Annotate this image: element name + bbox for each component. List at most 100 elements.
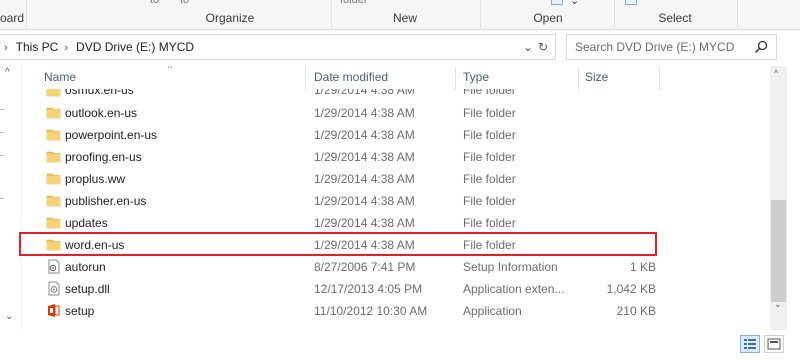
folder-icon	[46, 127, 61, 142]
ribbon-separator	[480, 0, 481, 30]
file-name: proplus.ww	[65, 172, 126, 186]
file-date-modified: 1/29/2014 4:38 AM	[314, 194, 415, 208]
file-list: ^ Name Date modified Type Size osmux.en-…	[22, 66, 770, 330]
breadcrumb-chevron-icon[interactable]: ›	[4, 42, 8, 54]
file-type: Application exten...	[463, 282, 565, 296]
folder-icon	[46, 237, 61, 252]
nav-tree-mark	[0, 109, 4, 110]
scroll-down-icon[interactable]: ⌄	[774, 299, 782, 310]
file-name: setup	[65, 304, 95, 318]
setup-info-file-icon	[46, 259, 61, 274]
file-row[interactable]: powerpoint.en-us 1/29/2014 4:38 AM File fo…	[22, 124, 770, 146]
file-name: updates	[65, 216, 108, 230]
address-bar[interactable]: › This PC › DVD Drive (E:) MYCD ⌄ ↻	[0, 34, 556, 60]
ribbon-separator	[614, 0, 615, 30]
file-date-modified: 1/29/2014 4:38 AM	[314, 172, 415, 186]
ribbon-group-open: Open	[533, 11, 563, 25]
large-icons-view-icon	[767, 338, 781, 350]
file-type: File folder	[463, 194, 516, 208]
folder-icon	[46, 215, 61, 230]
column-divider[interactable]	[578, 66, 579, 90]
folder-icon	[46, 105, 61, 120]
folder-icon	[46, 171, 61, 186]
address-dropdown-icon[interactable]: ⌄	[523, 35, 533, 59]
file-type: Application	[463, 304, 522, 318]
large-icons-view-button[interactable]	[764, 335, 784, 353]
vertical-scrollbar[interactable]: ^ ⌄	[770, 66, 787, 330]
file-type: Setup Information	[463, 260, 558, 274]
status-bar	[0, 330, 800, 360]
breadcrumb-chevron-icon[interactable]: ›	[64, 42, 68, 54]
ribbon-select-icon[interactable]	[625, 0, 637, 5]
breadcrumb: › This PC › DVD Drive (E:) MYCD	[4, 35, 194, 59]
ribbon-cut-text: to	[180, 0, 190, 6]
refresh-icon[interactable]: ↻	[538, 35, 548, 59]
folder-icon	[46, 89, 61, 98]
column-divider[interactable]	[455, 66, 456, 90]
file-row[interactable]: updates 1/29/2014 4:38 AM File folder	[22, 212, 770, 234]
file-type: File folder	[463, 172, 516, 186]
nav-tree-mark	[0, 198, 4, 199]
folder-icon	[46, 149, 61, 164]
scrollbar-thumb[interactable]	[771, 200, 786, 302]
search-icon[interactable]	[754, 40, 768, 54]
folder-icon	[46, 193, 61, 208]
search-input[interactable]	[575, 39, 755, 55]
dll-file-icon	[46, 281, 61, 296]
file-row[interactable]: outlook.en-us 1/29/2014 4:38 AM File folde…	[22, 102, 770, 124]
file-row[interactable]: publisher.en-us 1/29/2014 4:38 AM File fol…	[22, 190, 770, 212]
file-row[interactable]: word.en-us 1/29/2014 4:38 AM File folder	[22, 234, 770, 256]
file-date-modified: 1/29/2014 4:38 AM	[314, 238, 415, 252]
file-type: File folder	[463, 238, 516, 252]
file-name: outlook.en-us	[65, 106, 138, 120]
nav-scroll-up-icon[interactable]: ^	[5, 67, 10, 78]
column-header-date-modified[interactable]: Date modified	[314, 70, 388, 84]
ribbon-group-new: New	[392, 11, 417, 25]
details-view-button[interactable]	[740, 335, 760, 353]
file-type: File folder	[463, 89, 516, 97]
ribbon: to to folder ⌄ oard Organize New Open Se…	[0, 0, 800, 30]
file-name: word.en-us	[65, 238, 125, 252]
column-header-type[interactable]: Type	[463, 70, 489, 84]
ribbon-cut-text: to	[150, 0, 160, 6]
file-date-modified: 1/29/2014 4:38 AM	[314, 216, 415, 230]
file-name: publisher.en-us	[65, 194, 147, 208]
file-row[interactable]: setup.dll 12/17/2013 4:05 PM Application e…	[22, 278, 770, 300]
file-size: 1 KB	[629, 260, 656, 274]
file-name: proofing.en-us	[65, 150, 142, 164]
file-row[interactable]: proplus.ww 1/29/2014 4:38 AM File folder	[22, 168, 770, 190]
ribbon-group-select: Select	[658, 11, 692, 25]
file-size: 210 KB	[616, 304, 656, 318]
nav-tree-mark	[0, 132, 4, 133]
ribbon-group-clipboard: oard	[0, 11, 25, 25]
breadcrumb-item-dvd-drive[interactable]: DVD Drive (E:) MYCD	[76, 40, 194, 54]
ribbon-group-organize: Organize	[205, 11, 255, 25]
file-rows: osmux.en-us 1/29/2014 4:38 AM File folder o…	[22, 89, 770, 322]
column-header-row: ^ Name Date modified Type Size	[22, 66, 770, 90]
file-date-modified: 8/27/2006 7:41 PM	[314, 260, 416, 274]
column-divider[interactable]	[305, 66, 306, 90]
scroll-up-icon[interactable]: ^	[774, 68, 778, 78]
sort-ascending-icon: ^	[168, 66, 173, 73]
column-divider[interactable]	[659, 66, 660, 90]
ribbon-separator	[26, 0, 27, 30]
nav-scroll-down-icon[interactable]: ⌄	[5, 311, 13, 322]
ribbon-separator	[737, 0, 738, 30]
file-row-setup-highlighted[interactable]: setup 11/10/2012 10:30 AM Application 210 K…	[22, 300, 770, 322]
file-row[interactable]: proofing.en-us 1/29/2014 4:38 AM File fold…	[22, 146, 770, 168]
file-name: setup.dll	[65, 282, 110, 296]
file-date-modified: 1/29/2014 4:38 AM	[314, 89, 415, 97]
file-date-modified: 1/29/2014 4:38 AM	[314, 106, 415, 120]
file-row[interactable]: osmux.en-us 1/29/2014 4:38 AM File folder	[22, 89, 770, 102]
column-header-name[interactable]: Name	[44, 70, 76, 84]
file-date-modified: 1/29/2014 4:38 AM	[314, 150, 415, 164]
column-header-size[interactable]: Size	[585, 70, 608, 84]
ribbon-cut-text: folder	[340, 0, 368, 6]
file-row[interactable]: autorun 8/27/2006 7:41 PM Setup Informatio…	[22, 256, 770, 278]
search-box[interactable]	[566, 34, 777, 60]
navigation-pane: ^ ⌄	[0, 66, 22, 330]
breadcrumb-item-this-pc[interactable]: This PC	[16, 40, 59, 54]
office-setup-icon	[46, 303, 61, 318]
ribbon-open-icon[interactable]	[551, 0, 563, 5]
file-date-modified: 11/10/2012 10:30 AM	[314, 304, 428, 318]
